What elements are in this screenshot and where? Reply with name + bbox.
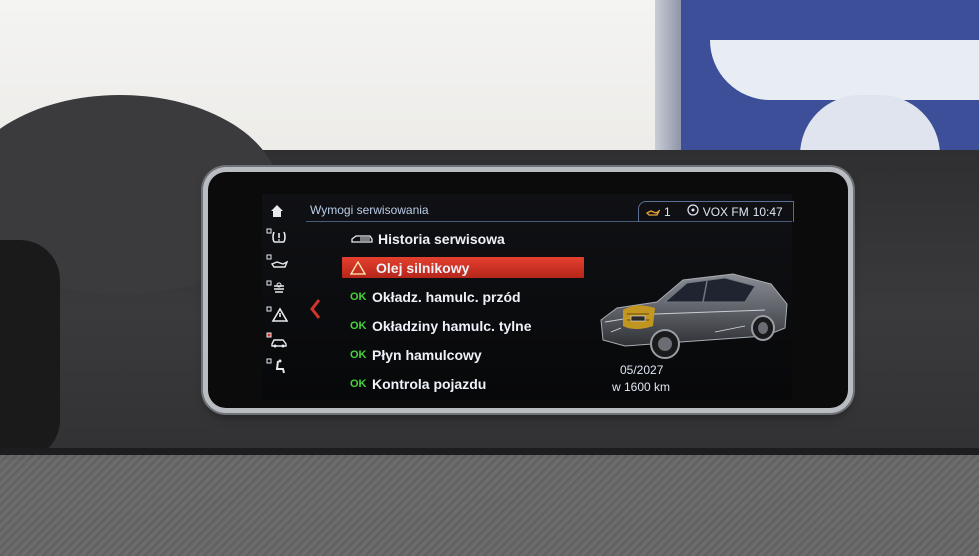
status-ok-badge: OK (350, 290, 367, 303)
window-sign (710, 40, 979, 100)
notification-count: 1 (664, 204, 671, 219)
seat-icon[interactable] (263, 354, 291, 380)
radio-icon (687, 204, 699, 219)
status-area: 1 VOX FM 10:47 (645, 204, 783, 219)
menu-item-label: Historia serwisowa (378, 230, 505, 247)
menu-item-vehicle-check[interactable]: OK Kontrola pojazdu (342, 369, 592, 398)
service-history-icon (350, 233, 378, 245)
car-settings-icon[interactable] (263, 328, 291, 354)
service-due-date: 05/2027 (620, 363, 664, 377)
page-title: Wymogi serwisowania (310, 203, 429, 217)
menu-item-label: Okładz. hamulc. przód (372, 288, 521, 305)
window-frame (655, 0, 681, 165)
menu-item-label: Kontrola pojazdu (372, 375, 487, 392)
menu-item-label: Płyn hamulcowy (372, 346, 482, 363)
header-bar: Wymogi serwisowania 1 VOX FM 10:47 (306, 201, 794, 222)
dashboard-left-edge (0, 240, 60, 460)
menu-item-label: Okładziny hamulc. tylne (372, 317, 532, 334)
oil-can-icon (645, 205, 661, 219)
status-ok-badge: OK (350, 348, 367, 361)
menu-item-front-brake-pads[interactable]: OK Okładz. hamulc. przód (342, 282, 592, 311)
menu-item-label: Olej silnikowy (376, 259, 470, 276)
status-ok-badge: OK (350, 319, 367, 332)
menu-item-service-history[interactable]: Historia serwisowa (342, 224, 592, 253)
warning-triangle-icon[interactable] (263, 302, 291, 328)
side-icon-bar (262, 198, 292, 400)
warning-triangle-icon (350, 260, 376, 275)
back-chevron-icon[interactable] (306, 294, 324, 324)
service-menu: Historia serwisowa Olej silnikowy OK Okł… (342, 224, 592, 398)
tire-pressure-icon[interactable] (263, 224, 291, 250)
radio-station: VOX FM (702, 204, 749, 219)
dashboard-trim (0, 455, 979, 556)
service-icon[interactable] (263, 276, 291, 302)
home-icon[interactable] (263, 198, 291, 224)
menu-item-engine-oil[interactable]: Olej silnikowy (342, 257, 584, 278)
menu-item-rear-brake-pads[interactable]: OK Okładziny hamulc. tylne (342, 311, 592, 340)
status-ok-badge: OK (350, 377, 367, 390)
clock: 10:47 (752, 204, 783, 219)
oil-level-icon[interactable] (263, 250, 291, 276)
vehicle-illustration (595, 262, 790, 372)
menu-item-brake-fluid[interactable]: OK Płyn hamulcowy (342, 340, 592, 369)
service-due-distance: w 1600 km (612, 380, 671, 394)
